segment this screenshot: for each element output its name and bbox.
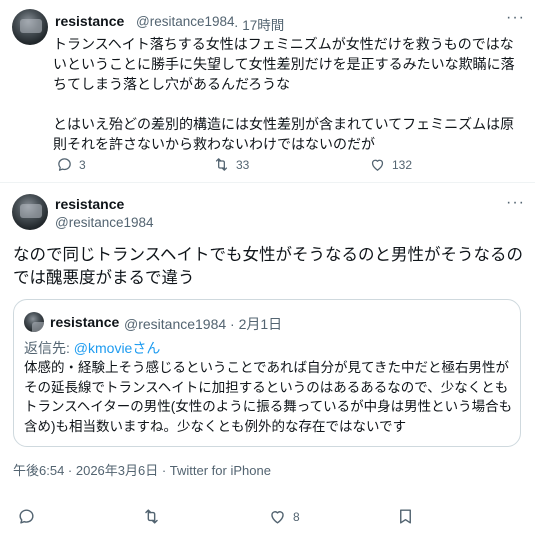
author-name[interactable]: resistance xyxy=(55,196,124,212)
reply-to-handle[interactable]: @kmovieさん xyxy=(74,340,161,356)
reply-icon xyxy=(19,509,34,524)
avatar[interactable] xyxy=(12,194,48,230)
bookmark-icon xyxy=(400,509,411,524)
retweet-count: 33 xyxy=(236,157,250,172)
like-count: 8 xyxy=(293,509,300,524)
reply-to-label: 返信先: xyxy=(24,340,74,356)
author-name[interactable]: resistance xyxy=(55,13,124,29)
like-count: 132 xyxy=(392,157,413,172)
like-button[interactable]: 132 xyxy=(369,156,412,173)
quoted-meta: @resitance1984 · 2月1日 xyxy=(124,316,283,332)
like-button[interactable]: 8 xyxy=(268,507,300,526)
bookmark-button[interactable] xyxy=(396,507,415,526)
reply-count: 3 xyxy=(79,157,86,172)
retweet-button[interactable]: 33 xyxy=(213,156,249,173)
more-options-icon[interactable]: ··· xyxy=(506,194,525,212)
reply-button[interactable] xyxy=(17,507,36,526)
quoted-tweet[interactable]: resistance @resitance1984 · 2月1日 返信先: @k… xyxy=(13,299,521,447)
retweet-icon xyxy=(215,158,228,171)
post-timestamp[interactable]: 午後6:54 · 2026年3月6日 · Twitter for iPhone xyxy=(13,460,271,479)
heart-icon xyxy=(371,159,384,171)
avatar[interactable] xyxy=(12,9,48,45)
author-handle[interactable]: @resitance1984 xyxy=(55,215,154,230)
quoted-text: 体感的・経験上そう感じるということであれば自分が見てきた中だと極右男性がその延長… xyxy=(24,360,513,434)
divider xyxy=(0,182,535,183)
quoted-avatar xyxy=(24,312,44,332)
reply-button[interactable]: 3 xyxy=(56,156,86,173)
heart-icon xyxy=(271,511,284,524)
post-time[interactable]: · 17時間 xyxy=(234,14,284,34)
tweet-text: トランスヘイト落ちする女性はフェミニズムが女性だけを救うものではないということに… xyxy=(53,36,515,152)
retweet-button[interactable] xyxy=(142,507,161,526)
more-options-icon[interactable]: ··· xyxy=(506,9,525,27)
tweet-text: なので同じトランスヘイトでも女性がそうなるのと男性がそうなるのでは醜悪度がまるで… xyxy=(13,246,524,287)
author-handle[interactable]: @resitance1984 xyxy=(136,14,235,29)
retweet-icon xyxy=(145,509,158,524)
reply-icon xyxy=(58,158,71,171)
reply-to-line: 返信先: @kmovieさん xyxy=(24,338,160,358)
quoted-author-name: resistance xyxy=(50,314,120,330)
